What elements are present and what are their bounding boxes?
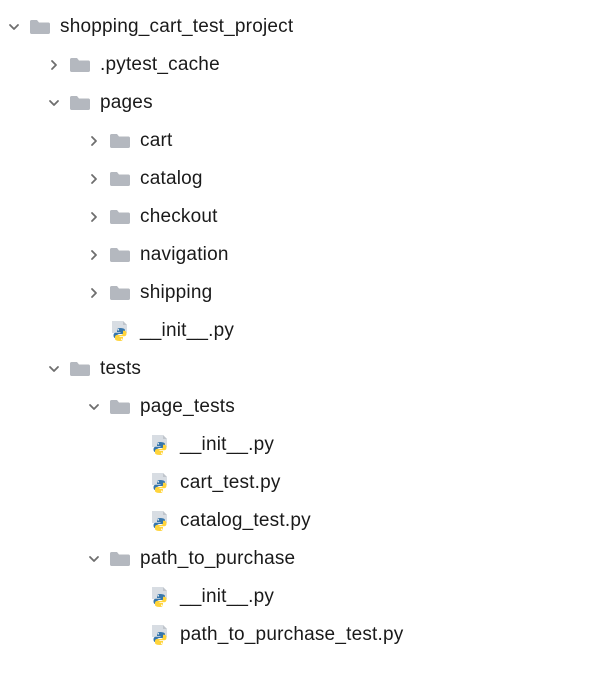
chevron-right-icon[interactable]: [84, 169, 104, 189]
chevron-down-icon[interactable]: [44, 93, 64, 113]
folder-label: path_to_purchase: [140, 548, 295, 570]
folder-icon: [108, 167, 132, 191]
folder-label: checkout: [140, 206, 218, 228]
tree-row-tests[interactable]: tests: [4, 350, 592, 388]
folder-icon: [108, 547, 132, 571]
tree-row-tests_ptp_init[interactable]: __init__.py: [4, 578, 592, 616]
folder-label: cart: [140, 130, 172, 152]
file-label: __init__.py: [180, 434, 274, 456]
folder-label: page_tests: [140, 396, 235, 418]
chevron-right-icon[interactable]: [84, 283, 104, 303]
chevron-down-icon[interactable]: [4, 17, 24, 37]
folder-icon: [68, 53, 92, 77]
tree-row-pages_checkout[interactable]: checkout: [4, 198, 592, 236]
chevron-right-icon[interactable]: [84, 207, 104, 227]
tree-row-pages_catalog[interactable]: catalog: [4, 160, 592, 198]
tree-row-tests_page_tests_init[interactable]: __init__.py: [4, 426, 592, 464]
python-file-icon: [108, 319, 132, 343]
tree-row-tests_ptp_test[interactable]: path_to_purchase_test.py: [4, 616, 592, 654]
tree-row-pages_shipping[interactable]: shipping: [4, 274, 592, 312]
python-file-icon: [148, 623, 172, 647]
python-file-icon: [148, 509, 172, 533]
file-label: path_to_purchase_test.py: [180, 624, 403, 646]
folder-label: catalog: [140, 168, 203, 190]
folder-icon: [108, 243, 132, 267]
python-file-icon: [148, 585, 172, 609]
tree-row-tests_page_tests_cart[interactable]: cart_test.py: [4, 464, 592, 502]
tree-row-pytest_cache[interactable]: .pytest_cache: [4, 46, 592, 84]
chevron-down-icon[interactable]: [84, 397, 104, 417]
tree-row-pages_init[interactable]: __init__.py: [4, 312, 592, 350]
folder-icon: [108, 281, 132, 305]
folder-label: navigation: [140, 244, 229, 266]
folder-icon: [28, 15, 52, 39]
python-file-icon: [148, 471, 172, 495]
folder-label: shipping: [140, 282, 212, 304]
python-file-icon: [148, 433, 172, 457]
folder-label: shopping_cart_test_project: [60, 16, 293, 38]
folder-label: pages: [100, 92, 153, 114]
tree-row-pages_cart[interactable]: cart: [4, 122, 592, 160]
file-label: cart_test.py: [180, 472, 281, 494]
tree-row-tests_page_tests[interactable]: page_tests: [4, 388, 592, 426]
tree-row-pages_navigation[interactable]: navigation: [4, 236, 592, 274]
file-label: __init__.py: [140, 320, 234, 342]
file-label: catalog_test.py: [180, 510, 311, 532]
tree-row-pages[interactable]: pages: [4, 84, 592, 122]
tree-row-root[interactable]: shopping_cart_test_project: [4, 8, 592, 46]
chevron-down-icon[interactable]: [84, 549, 104, 569]
folder-icon: [108, 395, 132, 419]
file-label: __init__.py: [180, 586, 274, 608]
chevron-right-icon[interactable]: [84, 131, 104, 151]
tree-row-tests_ptp[interactable]: path_to_purchase: [4, 540, 592, 578]
file-tree: shopping_cart_test_project .pytest_cachep…: [4, 8, 592, 654]
folder-label: tests: [100, 358, 141, 380]
tree-row-tests_page_tests_catalog[interactable]: catalog_test.py: [4, 502, 592, 540]
folder-icon: [68, 357, 92, 381]
folder-label: .pytest_cache: [100, 54, 220, 76]
chevron-down-icon[interactable]: [44, 359, 64, 379]
folder-icon: [108, 205, 132, 229]
chevron-right-icon[interactable]: [84, 245, 104, 265]
folder-icon: [68, 91, 92, 115]
chevron-right-icon[interactable]: [44, 55, 64, 75]
folder-icon: [108, 129, 132, 153]
